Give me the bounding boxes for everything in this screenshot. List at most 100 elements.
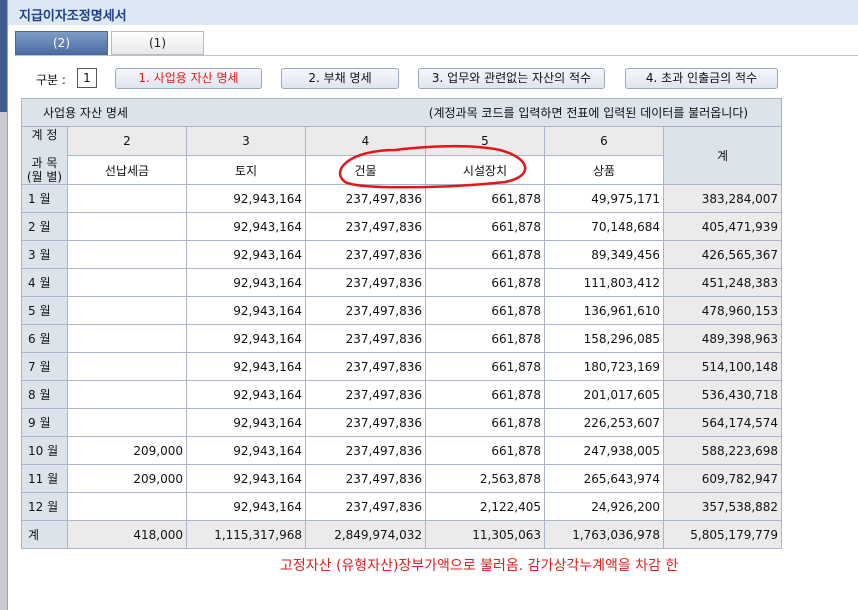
row-total-cell: 405,471,939 bbox=[662, 212, 783, 241]
month-label: 6 월 bbox=[21, 324, 68, 353]
value-cell[interactable]: 247,938,005 bbox=[544, 436, 664, 465]
row-total-cell: 514,100,148 bbox=[662, 352, 783, 381]
value-cell[interactable]: 237,497,836 bbox=[305, 492, 426, 521]
value-cell[interactable]: 92,943,164 bbox=[186, 240, 306, 269]
excess-withdrawal-button[interactable]: 4. 초과 인출금의 적수 bbox=[625, 68, 778, 89]
value-cell[interactable]: 661,878 bbox=[425, 184, 545, 213]
value-cell: 11,305,063 bbox=[425, 520, 545, 549]
table-row: 2 월 92,943,164 237,497,836 661,878 70,148,68… bbox=[21, 212, 783, 241]
value-cell[interactable]: 661,878 bbox=[425, 240, 545, 269]
value-cell[interactable]: 237,497,836 bbox=[305, 464, 426, 493]
value-cell[interactable]: 237,497,836 bbox=[305, 324, 426, 353]
value-cell[interactable] bbox=[67, 184, 187, 213]
value-cell[interactable]: 49,975,171 bbox=[544, 184, 664, 213]
value-cell[interactable] bbox=[67, 352, 187, 381]
account-code-cell[interactable]: 3 bbox=[186, 126, 306, 156]
value-cell[interactable] bbox=[67, 380, 187, 409]
value-cell[interactable]: 265,643,974 bbox=[544, 464, 664, 493]
account-code-cell[interactable]: 4 bbox=[305, 126, 426, 156]
value-cell: 418,000 bbox=[67, 520, 187, 549]
value-cell[interactable]: 661,878 bbox=[425, 352, 545, 381]
value-cell[interactable]: 158,296,085 bbox=[544, 324, 664, 353]
value-cell[interactable]: 209,000 bbox=[67, 436, 187, 465]
value-cell[interactable]: 661,878 bbox=[425, 408, 545, 437]
value-cell[interactable]: 111,803,412 bbox=[544, 268, 664, 297]
table-row: 8 월 92,943,164 237,497,836 661,878 201,017,6… bbox=[21, 380, 783, 409]
value-cell[interactable]: 237,497,836 bbox=[305, 240, 426, 269]
value-cell[interactable]: 92,943,164 bbox=[186, 464, 306, 493]
tab-1[interactable]: (1) bbox=[111, 31, 204, 55]
value-cell[interactable] bbox=[67, 212, 187, 241]
value-cell[interactable]: 92,943,164 bbox=[186, 268, 306, 297]
value-cell[interactable]: 2,122,405 bbox=[425, 492, 545, 521]
month-label: 5 월 bbox=[21, 296, 68, 325]
account-name-cell: 시설장치 bbox=[425, 155, 545, 185]
value-cell: 2,849,974,032 bbox=[305, 520, 426, 549]
value-cell[interactable]: 92,943,164 bbox=[186, 184, 306, 213]
month-label: 7 월 bbox=[21, 352, 68, 381]
value-cell[interactable]: 661,878 bbox=[425, 212, 545, 241]
liabilities-button[interactable]: 2. 부채 명세 bbox=[281, 68, 399, 89]
tab-2[interactable]: (2) bbox=[15, 31, 108, 55]
window-title: 지급이자조정명세서 bbox=[19, 9, 127, 24]
value-cell[interactable]: 237,497,836 bbox=[305, 212, 426, 241]
value-cell[interactable]: 24,926,200 bbox=[544, 492, 664, 521]
account-code-cell[interactable]: 6 bbox=[544, 126, 664, 156]
value-cell[interactable]: 89,349,456 bbox=[544, 240, 664, 269]
annotation-note: 고정자산 (유형자산)장부가액으로 불러옴. 감가상각누계액을 차감 한 bbox=[280, 558, 679, 574]
title-bar: 지급이자조정명세서 bbox=[8, 0, 858, 25]
value-cell[interactable]: 136,961,610 bbox=[544, 296, 664, 325]
month-label: 3 월 bbox=[21, 240, 68, 269]
total-header: 계 bbox=[662, 126, 783, 185]
table-row: 6 월 92,943,164 237,497,836 661,878 158,296,0… bbox=[21, 324, 783, 353]
table-row: 4 월 92,943,164 237,497,836 661,878 111,803,4… bbox=[21, 268, 783, 297]
divider bbox=[15, 55, 858, 56]
value-cell[interactable] bbox=[67, 268, 187, 297]
value-cell[interactable]: 237,497,836 bbox=[305, 184, 426, 213]
non-business-assets-button[interactable]: 3. 업무와 관련없는 자산의 적수 bbox=[418, 68, 605, 89]
account-name-cell: 상품 bbox=[544, 155, 664, 185]
value-cell[interactable]: 92,943,164 bbox=[186, 436, 306, 465]
value-cell[interactable]: 237,497,836 bbox=[305, 352, 426, 381]
value-cell[interactable]: 661,878 bbox=[425, 380, 545, 409]
value-cell[interactable]: 201,017,605 bbox=[544, 380, 664, 409]
value-cell[interactable]: 92,943,164 bbox=[186, 380, 306, 409]
value-cell[interactable]: 237,497,836 bbox=[305, 408, 426, 437]
table-title: 사업용 자산 명세 bbox=[43, 106, 128, 120]
value-cell[interactable]: 70,148,684 bbox=[544, 212, 664, 241]
value-cell[interactable] bbox=[67, 492, 187, 521]
value-cell[interactable]: 92,943,164 bbox=[186, 492, 306, 521]
value-cell[interactable]: 237,497,836 bbox=[305, 296, 426, 325]
value-cell[interactable] bbox=[67, 296, 187, 325]
row-total-cell: 564,174,574 bbox=[662, 408, 783, 437]
value-cell[interactable] bbox=[67, 408, 187, 437]
value-cell[interactable]: 661,878 bbox=[425, 324, 545, 353]
value-cell[interactable]: 237,497,836 bbox=[305, 268, 426, 297]
value-cell[interactable]: 209,000 bbox=[67, 464, 187, 493]
account-code-cell[interactable]: 2 bbox=[67, 126, 187, 156]
value-cell[interactable] bbox=[67, 240, 187, 269]
value-cell[interactable]: 92,943,164 bbox=[186, 352, 306, 381]
value-cell[interactable]: 226,253,607 bbox=[544, 408, 664, 437]
value-cell[interactable]: 661,878 bbox=[425, 296, 545, 325]
corner-header: 계 정과 목 (월 별) bbox=[21, 126, 68, 185]
value-cell[interactable]: 92,943,164 bbox=[186, 296, 306, 325]
month-label: 1 월 bbox=[21, 184, 68, 213]
table-row: 3 월 92,943,164 237,497,836 661,878 89,349,45… bbox=[21, 240, 783, 269]
month-label: 2 월 bbox=[21, 212, 68, 241]
value-cell[interactable]: 180,723,169 bbox=[544, 352, 664, 381]
value-cell[interactable]: 237,497,836 bbox=[305, 436, 426, 465]
value-cell[interactable]: 237,497,836 bbox=[305, 380, 426, 409]
value-cell[interactable]: 92,943,164 bbox=[186, 324, 306, 353]
value-cell[interactable] bbox=[67, 324, 187, 353]
value-cell[interactable]: 92,943,164 bbox=[186, 408, 306, 437]
value-cell[interactable]: 2,563,878 bbox=[425, 464, 545, 493]
gubun-input[interactable]: 1 bbox=[77, 68, 97, 88]
account-code-cell[interactable]: 5 bbox=[425, 126, 545, 156]
month-label: 계 bbox=[21, 520, 68, 549]
row-total-cell: 357,538,882 bbox=[662, 492, 783, 521]
value-cell[interactable]: 661,878 bbox=[425, 268, 545, 297]
value-cell[interactable]: 661,878 bbox=[425, 436, 545, 465]
business-assets-button[interactable]: 1. 사업용 자산 명세 bbox=[115, 68, 262, 89]
value-cell[interactable]: 92,943,164 bbox=[186, 212, 306, 241]
